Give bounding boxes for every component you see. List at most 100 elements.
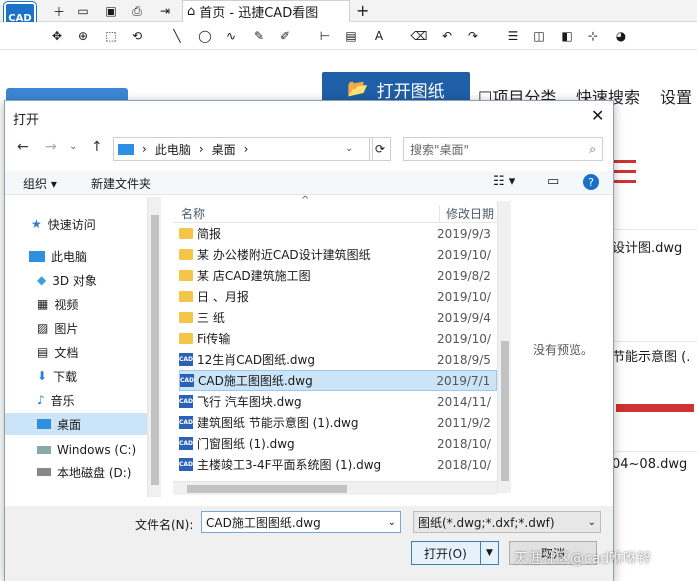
file-name-cell: 某 店CAD建筑施工图 <box>179 267 437 284</box>
file-name-cell: 三 纸 <box>179 309 437 326</box>
file-row[interactable]: CAD 门窗图纸 (1).dwg 2018/10/ <box>179 433 497 454</box>
search-input[interactable]: 搜索"桌面" ⌕ <box>403 137 603 161</box>
open-split-arrow-icon[interactable]: ▼ <box>480 542 498 564</box>
back-arrow-icon[interactable]: ← <box>17 139 29 155</box>
tab-home-label: 首页 - 迅捷CAD看图 <box>199 6 319 21</box>
bg-drawing-thumb-2[interactable] <box>612 262 697 342</box>
star-icon: ★ <box>31 217 42 231</box>
address-sep-icon: › <box>198 142 204 156</box>
measure-icon[interactable]: ⊢ <box>316 27 334 45</box>
nav-item-documents[interactable]: ▤ 文档 <box>37 341 78 363</box>
area-icon[interactable]: ▤ <box>342 27 360 45</box>
file-row[interactable]: 某 店CAD建筑施工图 2019/8/2 <box>179 265 497 286</box>
color-wheel-icon[interactable]: ◕ <box>612 27 630 45</box>
file-row[interactable]: 某 办公楼附近CAD设计建筑图纸 2019/10/ <box>179 244 497 265</box>
undo-icon[interactable]: ↶ <box>438 27 456 45</box>
horizontal-scrollbar[interactable] <box>173 481 497 495</box>
address-bar[interactable]: › 此电脑 › 桌面 › <box>113 137 373 161</box>
column-date[interactable]: 修改日期 <box>439 205 494 222</box>
eraser-icon[interactable]: ⌫ <box>410 27 428 45</box>
bg-card-title-3: 04~08.dwg <box>612 457 688 472</box>
address-dropdown-icon[interactable]: ⌄ <box>345 143 353 154</box>
coordinates-icon[interactable]: ⊹ <box>584 27 602 45</box>
forward-arrow-icon[interactable]: → <box>45 139 57 155</box>
file-row[interactable]: Fi传输 2019/10/ <box>179 328 497 349</box>
file-row[interactable]: CAD CAD施工图图纸.dwg 2019/7/1 <box>179 370 497 391</box>
file-row[interactable]: 日 、月报 2019/10/ <box>179 286 497 307</box>
new-folder-button[interactable]: 新建文件夹 <box>91 175 151 192</box>
file-row[interactable]: CAD 12生肖CAD图纸.dwg 2018/9/5 <box>179 349 497 370</box>
file-list-header: 名称 ^ 修改日期 <box>173 195 503 223</box>
nav-item-label: 视频 <box>54 297 79 312</box>
zoom-window-icon[interactable]: ⬚ <box>102 27 120 45</box>
chevron-down-icon[interactable]: ⌄ <box>388 517 396 528</box>
export-icon[interactable]: ⇥ <box>156 2 174 20</box>
zoom-extents-icon[interactable]: ⟲ <box>128 27 146 45</box>
up-arrow-icon[interactable]: ↑ <box>91 139 103 155</box>
file-name-cell: CAD CAD施工图图纸.dwg <box>180 372 436 389</box>
view-options-icon[interactable]: ☷ ▾ <box>493 174 515 189</box>
nav-item-drive-d[interactable]: 本地磁盘 (D:) <box>37 461 131 483</box>
file-row[interactable]: CAD 飞行 汽车图块.dwg 2014/11/ <box>179 391 497 412</box>
filetype-select[interactable]: 图纸(*.dwg;*.dxf;*.dwf) ⌄ <box>413 511 601 533</box>
preview-pane-icon[interactable]: ▭ <box>547 174 559 189</box>
pan-icon[interactable]: ✥ <box>48 27 66 45</box>
nav-item-quick-access[interactable]: ★ 快速访问 <box>31 213 96 235</box>
address-segment-pc[interactable]: 此电脑 <box>155 141 191 158</box>
nav-item-this-pc[interactable]: 此电脑 <box>29 245 87 267</box>
nav-item-desktop[interactable]: 桌面 <box>5 413 147 435</box>
curve-icon[interactable]: ∿ <box>222 27 240 45</box>
zoom-icon[interactable]: ⊕ <box>74 27 92 45</box>
text-icon[interactable]: A <box>370 27 388 45</box>
file-date: 2019/7/1 <box>436 373 491 388</box>
refresh-icon[interactable]: ⟳ <box>369 137 391 161</box>
open-folder-icon[interactable]: ▭ <box>74 2 92 20</box>
file-list-scrollbar-thumb[interactable] <box>501 341 509 481</box>
nav-item-3d-objects[interactable]: ◆ 3D 对象 <box>37 269 97 291</box>
nav-item-music[interactable]: ♪ 音乐 <box>37 389 75 411</box>
settings-link[interactable]: 设置 <box>660 84 692 108</box>
file-date: 2019/10/ <box>437 331 491 346</box>
tab-home[interactable]: ⌂ 首页 - 迅捷CAD看图 <box>182 0 350 22</box>
line-icon[interactable]: ╲ <box>168 27 186 45</box>
bg-drawing-thumb-1[interactable] <box>612 150 697 230</box>
filename-input[interactable]: CAD施工图图纸.dwg ⌄ <box>201 511 401 533</box>
help-icon[interactable]: ? <box>583 174 599 190</box>
file-row[interactable]: CAD 建筑图纸 节能示意图 (1).dwg 2011/9/2 <box>179 412 497 433</box>
home-icon: ⌂ <box>187 4 196 19</box>
pencil-icon[interactable]: ✎ <box>250 27 268 45</box>
open-button[interactable]: 打开(O) ▼ <box>411 541 499 565</box>
nav-item-videos[interactable]: ▦ 视频 <box>37 293 78 315</box>
box-3d-icon[interactable]: ◫ <box>530 27 548 45</box>
redo-icon[interactable]: ↷ <box>464 27 482 45</box>
nav-scrollbar[interactable] <box>147 197 161 497</box>
picture-icon: ▨ <box>37 321 49 335</box>
nav-item-downloads[interactable]: ⬇ 下载 <box>37 365 77 387</box>
file-row[interactable]: CAD 主楼竣工3-4F平面系统图 (1).dwg 2018/10/ <box>179 454 497 475</box>
cube-3d-icon[interactable]: ◧ <box>558 27 576 45</box>
file-row[interactable]: 简报 2019/9/3 <box>179 223 497 244</box>
drive-icon <box>37 468 51 476</box>
nav-item-drive-c[interactable]: Windows (C:) <box>37 439 136 461</box>
circle-icon[interactable]: ◯ <box>196 27 214 45</box>
address-segment-desktop[interactable]: 桌面 <box>212 141 236 158</box>
filename-value: CAD施工图图纸.dwg <box>206 515 321 530</box>
file-name: 某 店CAD建筑施工图 <box>197 269 311 283</box>
close-icon[interactable]: ✕ <box>591 106 604 125</box>
bg-drawing-thumb-3[interactable] <box>612 372 697 452</box>
file-row[interactable]: 三 纸 2019/9/4 <box>179 307 497 328</box>
column-name[interactable]: 名称 <box>181 205 205 222</box>
save-icon[interactable]: ▣ <box>102 2 120 20</box>
nav-scrollbar-thumb[interactable] <box>151 215 159 485</box>
new-tab-button[interactable]: + <box>356 1 369 20</box>
horizontal-scrollbar-thumb[interactable] <box>187 485 347 493</box>
markup-icon[interactable]: ✐ <box>276 27 294 45</box>
file-list-scrollbar[interactable] <box>497 201 511 493</box>
print-icon[interactable]: ⎙ <box>128 2 146 20</box>
organize-menu[interactable]: 组织 ▾ <box>23 175 57 192</box>
nav-item-pictures[interactable]: ▨ 图片 <box>37 317 78 339</box>
history-chevron-icon[interactable]: ⌄ <box>69 141 77 152</box>
layers-icon[interactable]: ☰ <box>504 27 522 45</box>
folder-icon <box>179 291 193 302</box>
new-file-icon[interactable]: ＋ <box>50 2 68 20</box>
